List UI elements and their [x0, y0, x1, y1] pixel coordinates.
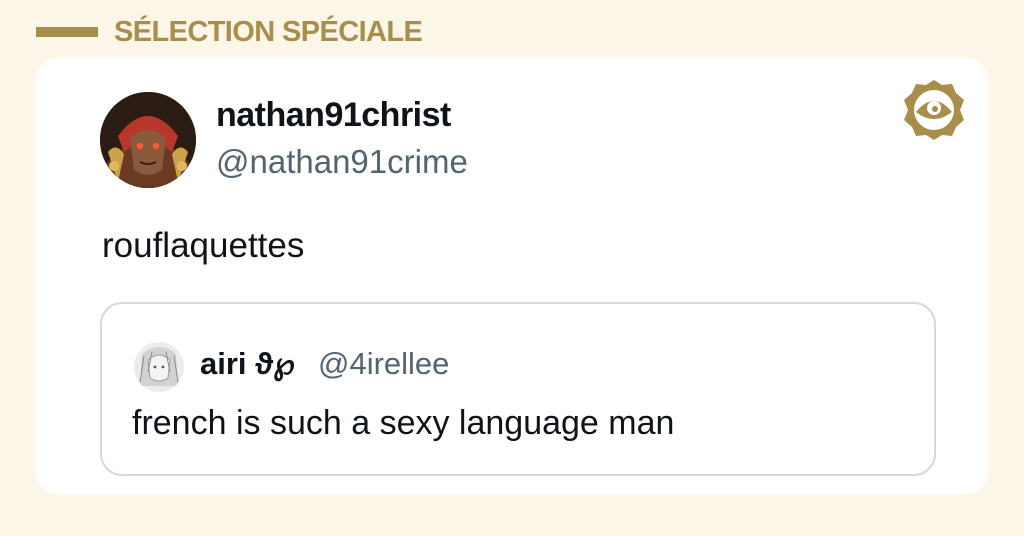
eye-badge-logo-icon: [902, 78, 966, 142]
quoted-user-avatar[interactable]: [134, 342, 184, 392]
quoted-tweet-text: french is such a sexy language man: [132, 404, 675, 442]
user-avatar[interactable]: [100, 92, 196, 188]
header-accent-bar: [36, 27, 98, 37]
section-header: SÉLECTION SPÉCIALE: [36, 14, 423, 50]
quoted-user-handle[interactable]: @4irellee: [318, 346, 449, 382]
user-handle[interactable]: @nathan91crime: [216, 143, 468, 181]
fantasy-character-avatar-icon: [100, 92, 196, 188]
tweet-card: nathan91christ @nathan91crime rouflaquet…: [36, 58, 988, 494]
display-name[interactable]: nathan91christ: [216, 96, 451, 135]
quoted-display-name[interactable]: airi ϑ℘: [200, 346, 295, 382]
tweet-text: rouflaquettes: [102, 226, 305, 265]
sketch-portrait-avatar-icon: [134, 342, 184, 392]
section-label: SÉLECTION SPÉCIALE: [114, 15, 423, 48]
quoted-tweet[interactable]: airi ϑ℘ @4irellee french is such a sexy …: [100, 302, 936, 476]
